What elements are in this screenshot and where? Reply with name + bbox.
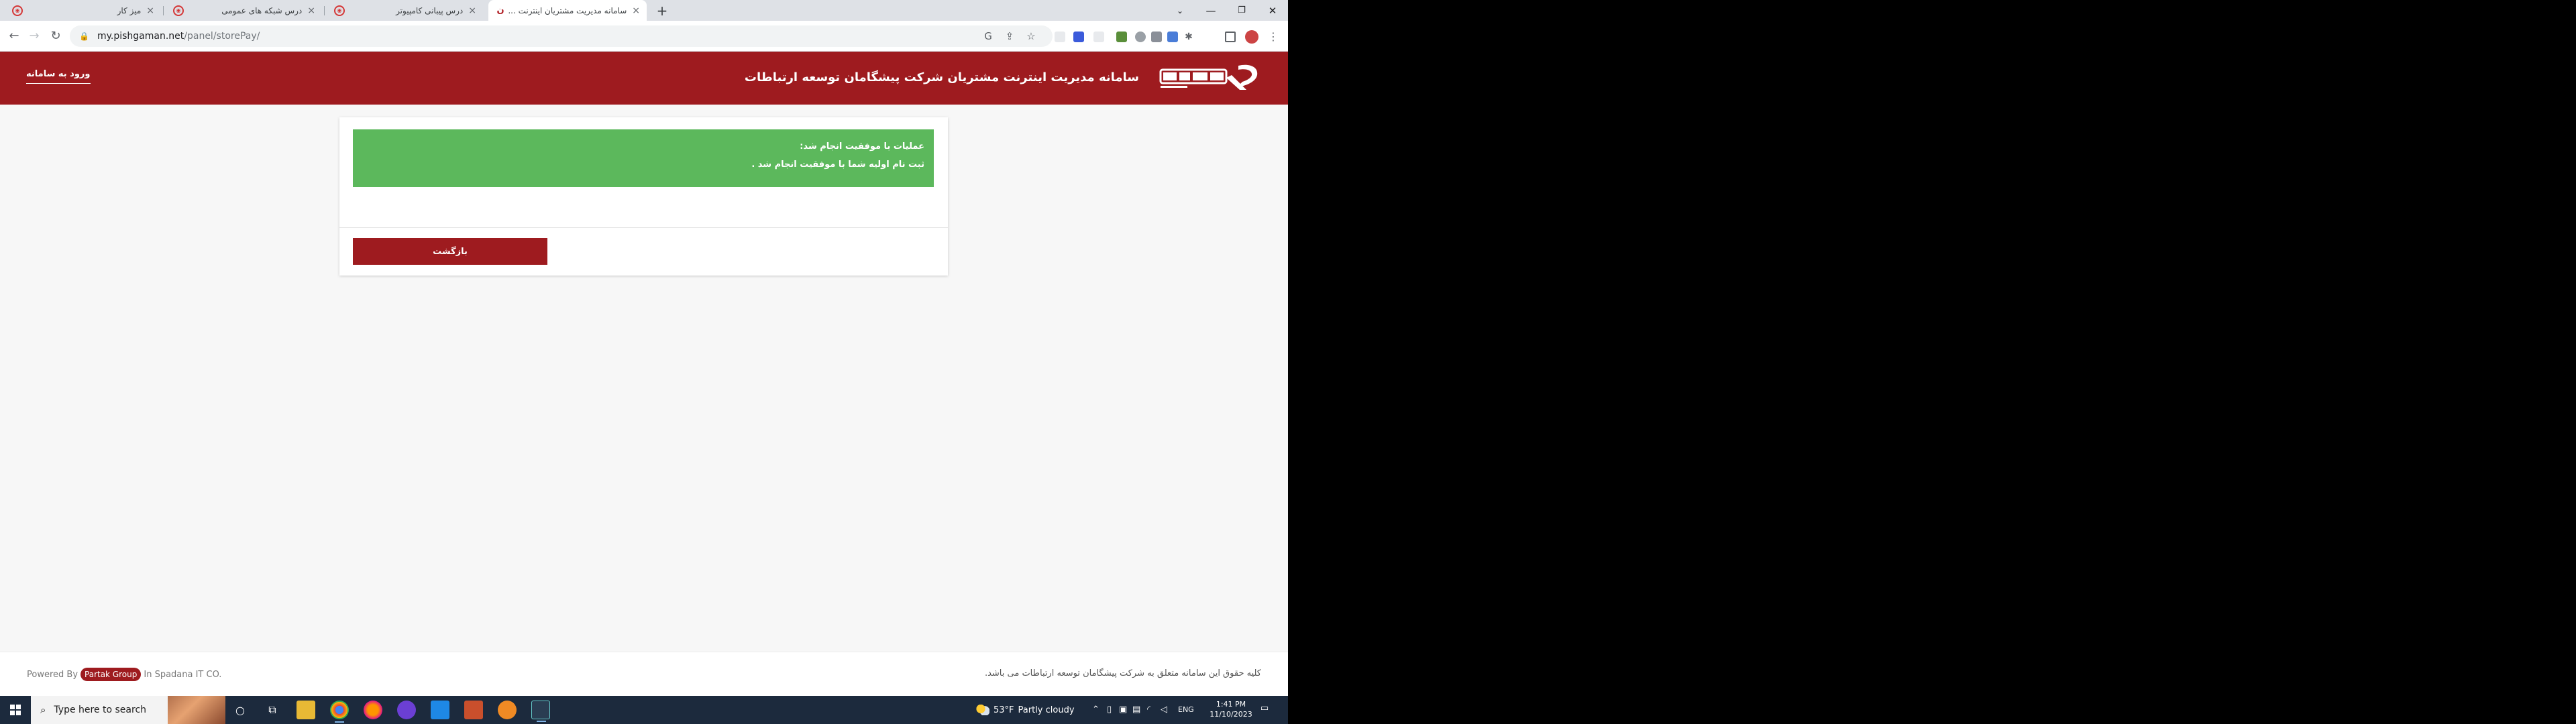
volume-icon[interactable]: ◁ xyxy=(1161,705,1167,715)
tab-title: درس پیبانی کامپیوتر xyxy=(396,5,464,15)
tray-app-icon[interactable]: ▤ xyxy=(1132,705,1140,715)
chrome-icon[interactable] xyxy=(330,701,349,723)
tab-title: میز کار xyxy=(117,5,142,15)
tray-app-icon[interactable]: ▣ xyxy=(1119,705,1127,715)
forward-arrow-icon[interactable]: → xyxy=(25,27,43,45)
site-footer: Powered By Partak Group In Spadana IT CO… xyxy=(0,652,1288,696)
maximize-button[interactable]: ❐ xyxy=(1226,0,1257,21)
site-favicon-icon: ◉ xyxy=(173,5,184,16)
search-highlight-image xyxy=(168,696,225,724)
task-view-icon[interactable]: ⧉ xyxy=(263,701,282,719)
alert-title: عملیات با موفقیت انجام شد: xyxy=(800,141,924,152)
puzzle-icon[interactable]: ✱ xyxy=(1183,32,1194,42)
bookmark-star-icon[interactable]: ☆ xyxy=(1024,25,1038,47)
app-icon[interactable] xyxy=(464,701,483,719)
tab-separator xyxy=(163,6,164,15)
tab-network-course[interactable]: ◉ درس شبکه های عمومی × xyxy=(166,0,322,21)
tab-title: سامانه مدیریت مشتریان اینترنت ... xyxy=(508,5,627,15)
copyright-text: کلیه حقوق این سامانه متعلق به شرکت پیشگا… xyxy=(984,668,1261,678)
reload-icon[interactable]: ↻ xyxy=(47,27,64,45)
windows-start-icon[interactable] xyxy=(0,696,31,724)
windows-taskbar: ⌕ Type here to search ○ ⧉ 53°F Partly cl… xyxy=(0,696,1288,724)
back-button[interactable]: بازگشت xyxy=(353,238,547,265)
close-icon[interactable]: × xyxy=(307,5,315,16)
notification-icon[interactable]: ▭ xyxy=(1258,703,1271,717)
back-arrow-icon[interactable]: ← xyxy=(5,27,23,45)
pishgaman-logo xyxy=(1159,64,1258,90)
lock-icon: 🔒 xyxy=(79,32,89,41)
minimize-button[interactable]: — xyxy=(1195,0,1226,21)
tab-mizkar[interactable]: ◉ میز کار × xyxy=(5,0,161,21)
extension-icon[interactable] xyxy=(1073,32,1084,42)
address-bar[interactable]: 🔒 my.pishgaman.net/panel/storePay/ xyxy=(70,25,1053,47)
clock[interactable]: 1:41 PM 11/10/2023 xyxy=(1204,699,1258,719)
tray-app-icon[interactable]: ▯ xyxy=(1107,705,1112,715)
site-favicon-icon: ◉ xyxy=(334,5,345,16)
result-card: عملیات با موفقیت انجام شد: ثبت نام اولیه… xyxy=(339,117,948,276)
partly-cloudy-icon xyxy=(976,705,989,715)
success-alert: عملیات با موفقیت انجام شد: ثبت نام اولیه… xyxy=(353,129,934,187)
chevron-up-icon[interactable]: ⌃ xyxy=(1092,705,1099,715)
url-path: /panel/storePay/ xyxy=(184,31,260,42)
clock-date: 11/10/2023 xyxy=(1210,710,1252,719)
powered-prefix: Powered By xyxy=(27,669,78,680)
firefox-icon[interactable] xyxy=(364,701,382,719)
screen: ◉ میز کار × ◉ درس شبکه های عمومی × ◉ درس… xyxy=(0,0,1288,724)
partak-group-link[interactable]: Partak Group xyxy=(80,668,142,681)
site-favicon-icon: ◉ xyxy=(12,5,23,16)
divider xyxy=(339,227,948,228)
share-icon[interactable]: ⇪ xyxy=(1002,25,1017,47)
tab-pishgaman[interactable]: ن سامانه مدیریت مشتریان اینترنت ... × xyxy=(488,0,647,21)
menu-icon[interactable]: ⋮ xyxy=(1268,32,1279,42)
weather-temp: 53°F xyxy=(994,705,1014,715)
new-tab-button[interactable]: + xyxy=(654,3,670,19)
url-host: my.pishgaman.net xyxy=(97,31,184,42)
search-placeholder: Type here to search xyxy=(54,705,147,715)
tab-search-button[interactable]: ⌄ xyxy=(1165,0,1195,21)
taskbar-search[interactable]: ⌕ Type here to search xyxy=(31,696,225,724)
network-icon[interactable]: ◜ xyxy=(1147,705,1150,715)
powered-suffix: In Spadana IT CO. xyxy=(144,669,222,680)
app-icon[interactable] xyxy=(531,701,550,722)
media-player-icon[interactable] xyxy=(397,701,416,719)
tab-title: درس شبکه های عمومی xyxy=(221,5,303,15)
clock-time: 1:41 PM xyxy=(1216,700,1246,709)
extension-icon[interactable] xyxy=(1116,32,1127,42)
translate-icon[interactable] xyxy=(1167,32,1178,42)
powered-by: Powered By Partak Group In Spadana IT CO… xyxy=(27,668,221,681)
tab-computer-course[interactable]: ◉ درس پیبانی کامپیوتر × xyxy=(327,0,483,21)
site-title: سامانه مدیریت اینترنت مشتریان شرکت پیشگا… xyxy=(744,70,1139,84)
avatar[interactable] xyxy=(1245,30,1258,44)
extension-icon[interactable] xyxy=(1055,32,1065,42)
weather-text: Partly cloudy xyxy=(1018,705,1075,715)
extension-icon[interactable] xyxy=(1151,32,1162,42)
search-icon: ⌕ xyxy=(40,704,46,716)
weather-widget[interactable]: 53°F Partly cloudy xyxy=(976,696,1075,724)
app-icon[interactable] xyxy=(498,701,517,719)
close-icon[interactable]: × xyxy=(632,5,640,16)
close-window-button[interactable]: ✕ xyxy=(1257,0,1288,21)
pishgaman-favicon-icon: ن xyxy=(496,5,504,15)
google-icon[interactable]: G xyxy=(981,25,996,47)
close-icon[interactable]: × xyxy=(468,5,476,16)
language-indicator[interactable]: ENG xyxy=(1178,705,1194,714)
browser-tab-strip: ◉ میز کار × ◉ درس شبکه های عمومی × ◉ درس… xyxy=(0,0,1288,21)
vscode-icon[interactable] xyxy=(431,701,449,719)
file-explorer-icon[interactable] xyxy=(297,701,315,719)
extension-icon[interactable] xyxy=(1093,32,1104,42)
alert-message: ثبت نام اولیه شما با موفقیت انجام شد . xyxy=(751,160,924,170)
side-panel-icon[interactable] xyxy=(1225,32,1236,42)
extension-icon[interactable] xyxy=(1135,32,1146,42)
login-link[interactable]: ورود به سامانه xyxy=(26,69,91,84)
cortana-icon[interactable]: ○ xyxy=(231,701,250,719)
browser-toolbar: ← → ↻ 🔒 my.pishgaman.net/panel/storePay/… xyxy=(0,21,1288,52)
site-header: سامانه مدیریت اینترنت مشتریان شرکت پیشگا… xyxy=(0,52,1288,105)
tab-separator xyxy=(324,6,325,15)
close-icon[interactable]: × xyxy=(146,5,154,16)
